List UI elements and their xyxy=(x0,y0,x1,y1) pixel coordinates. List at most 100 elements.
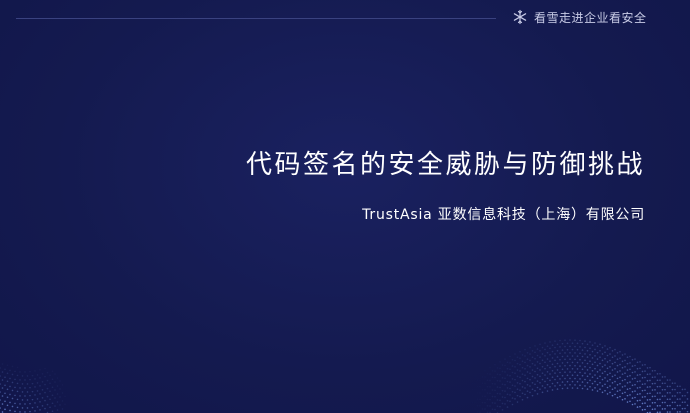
decor-dot xyxy=(11,373,14,376)
decor-dot xyxy=(636,393,639,396)
decor-dot xyxy=(604,377,606,379)
decor-dot xyxy=(661,395,664,397)
decor-dot xyxy=(11,405,14,408)
decor-dot xyxy=(496,386,499,388)
decor-dot xyxy=(549,360,551,362)
decor-dot xyxy=(641,389,644,392)
decor-dot xyxy=(631,358,634,361)
decor-dot xyxy=(609,391,611,394)
decor-dot xyxy=(534,345,536,347)
decor-dot xyxy=(579,352,581,355)
decor-dot xyxy=(576,361,579,364)
decor-dot xyxy=(591,389,594,391)
decor-dot xyxy=(611,375,614,378)
decor-dot xyxy=(584,365,586,368)
decor-dot xyxy=(546,345,549,348)
decor-dot xyxy=(659,404,661,407)
decor-dot xyxy=(574,358,576,361)
decor-dot xyxy=(61,392,64,394)
decor-dot xyxy=(646,386,649,388)
decor-dot xyxy=(26,407,29,409)
header-divider xyxy=(16,18,496,19)
decor-dot xyxy=(559,384,561,387)
decor-dot xyxy=(499,367,501,370)
decor-dot xyxy=(616,351,619,354)
decor-dot xyxy=(519,389,521,391)
decor-dot xyxy=(519,376,521,379)
decor-dot xyxy=(684,394,686,397)
decor-dot xyxy=(499,393,501,395)
decor-dot xyxy=(584,340,586,342)
decor-dot xyxy=(619,389,621,391)
decor-dot xyxy=(554,378,556,381)
decor-dot xyxy=(491,395,494,398)
decor-dot xyxy=(604,357,606,360)
decor-dot xyxy=(26,391,29,393)
decor-dot xyxy=(619,363,621,366)
decor-dot xyxy=(559,365,561,367)
decor-dot xyxy=(511,384,514,387)
decor-dot xyxy=(609,378,611,381)
decor-dot xyxy=(39,409,41,411)
decor-dot xyxy=(596,377,599,380)
decor-dot xyxy=(491,376,494,379)
decor-dot xyxy=(496,399,499,401)
decor-dot xyxy=(566,368,569,370)
decor-dot xyxy=(611,356,614,359)
decor-dot xyxy=(549,341,551,343)
decor-dot xyxy=(16,398,19,401)
decor-dot xyxy=(571,368,574,370)
decor-dot xyxy=(506,387,509,389)
decor-dot xyxy=(59,404,61,406)
decor-dot xyxy=(61,400,64,402)
decor-dot xyxy=(474,382,476,384)
decor-dot xyxy=(674,395,676,397)
decor-dot xyxy=(496,405,499,408)
decor-dot xyxy=(531,388,534,391)
decor-dot xyxy=(634,358,636,360)
decor-dot xyxy=(614,361,616,364)
decor-dot xyxy=(609,372,611,375)
decor-dot xyxy=(616,396,619,399)
decor-dot xyxy=(619,382,621,385)
decor-dot xyxy=(49,382,51,385)
decor-dot xyxy=(499,380,501,382)
decor-dot xyxy=(551,357,554,359)
decor-dot xyxy=(544,374,546,376)
dot-pattern-right xyxy=(474,339,689,413)
decor-dot xyxy=(666,385,669,388)
decor-dot xyxy=(679,404,681,407)
decor-dot xyxy=(14,410,16,413)
decor-dot xyxy=(641,377,644,379)
decor-dot xyxy=(576,342,579,345)
decor-dot xyxy=(481,401,484,404)
decor-dot xyxy=(621,373,624,375)
decor-dot xyxy=(16,366,19,369)
decor-dot xyxy=(494,408,496,411)
decor-dot xyxy=(601,365,604,368)
decor-dot xyxy=(629,362,631,364)
decor-dot xyxy=(484,382,486,385)
decor-dot xyxy=(516,394,519,397)
decor-dot xyxy=(646,392,649,395)
decor-dot xyxy=(29,410,31,413)
decor-dot xyxy=(54,381,56,383)
decor-dot xyxy=(559,378,561,380)
decor-dot xyxy=(536,386,539,389)
decor-dot xyxy=(606,367,609,370)
decor-dot xyxy=(16,374,19,377)
decor-dot xyxy=(21,407,24,409)
decor-dot xyxy=(524,361,526,364)
decor-dot xyxy=(621,398,624,401)
decor-dot xyxy=(644,389,646,392)
decor-dot xyxy=(564,377,566,380)
decor-dot xyxy=(11,381,14,384)
decor-dot xyxy=(536,367,539,370)
decor-dot xyxy=(521,379,524,382)
decor-dot xyxy=(501,377,504,379)
decor-dot xyxy=(561,349,564,351)
decor-dot xyxy=(4,368,6,371)
decor-dot xyxy=(526,371,529,373)
decor-dot xyxy=(616,383,619,386)
decor-dot xyxy=(489,398,491,401)
